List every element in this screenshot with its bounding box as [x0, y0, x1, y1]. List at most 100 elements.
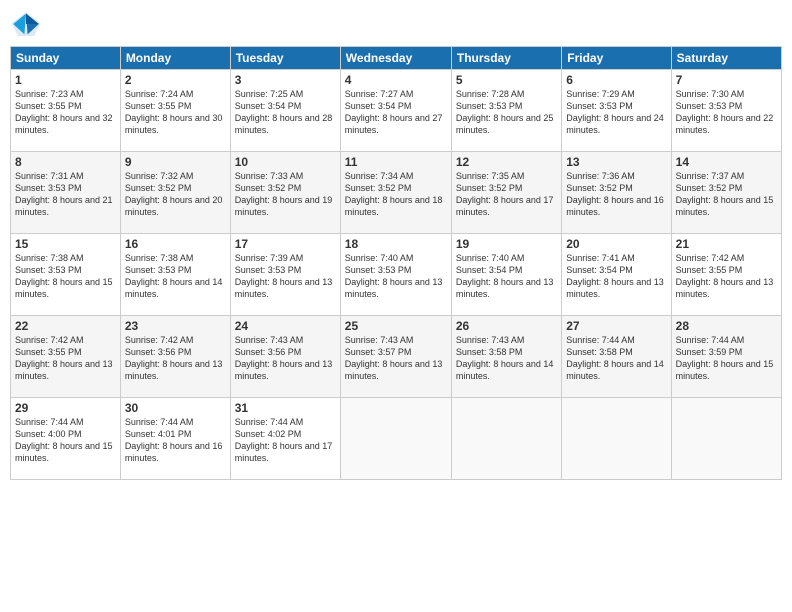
day-detail: Sunrise: 7:30 AM Sunset: 3:53 PM Dayligh… — [676, 88, 777, 137]
day-detail: Sunrise: 7:40 AM Sunset: 3:53 PM Dayligh… — [345, 252, 447, 301]
day-detail: Sunrise: 7:41 AM Sunset: 3:54 PM Dayligh… — [566, 252, 666, 301]
day-detail: Sunrise: 7:44 AM Sunset: 3:58 PM Dayligh… — [566, 334, 666, 383]
day-number: 21 — [676, 237, 777, 251]
calendar-week-row: 15 Sunrise: 7:38 AM Sunset: 3:53 PM Dayl… — [11, 234, 782, 316]
day-number: 12 — [456, 155, 557, 169]
day-detail: Sunrise: 7:44 AM Sunset: 3:59 PM Dayligh… — [676, 334, 777, 383]
calendar-day-cell: 9 Sunrise: 7:32 AM Sunset: 3:52 PM Dayli… — [120, 152, 230, 234]
calendar-day-cell — [562, 398, 671, 480]
day-number: 22 — [15, 319, 116, 333]
day-detail: Sunrise: 7:28 AM Sunset: 3:53 PM Dayligh… — [456, 88, 557, 137]
day-detail: Sunrise: 7:44 AM Sunset: 4:00 PM Dayligh… — [15, 416, 116, 465]
day-detail: Sunrise: 7:35 AM Sunset: 3:52 PM Dayligh… — [456, 170, 557, 219]
day-number: 29 — [15, 401, 116, 415]
day-detail: Sunrise: 7:43 AM Sunset: 3:57 PM Dayligh… — [345, 334, 447, 383]
day-detail: Sunrise: 7:42 AM Sunset: 3:55 PM Dayligh… — [676, 252, 777, 301]
day-number: 18 — [345, 237, 447, 251]
calendar-day-cell: 15 Sunrise: 7:38 AM Sunset: 3:53 PM Dayl… — [11, 234, 121, 316]
day-detail: Sunrise: 7:44 AM Sunset: 4:02 PM Dayligh… — [235, 416, 336, 465]
calendar-week-row: 22 Sunrise: 7:42 AM Sunset: 3:55 PM Dayl… — [11, 316, 782, 398]
calendar-week-row: 29 Sunrise: 7:44 AM Sunset: 4:00 PM Dayl… — [11, 398, 782, 480]
calendar-day-cell: 18 Sunrise: 7:40 AM Sunset: 3:53 PM Dayl… — [340, 234, 451, 316]
day-number: 30 — [125, 401, 226, 415]
calendar-day-cell: 31 Sunrise: 7:44 AM Sunset: 4:02 PM Dayl… — [230, 398, 340, 480]
calendar-day-cell: 23 Sunrise: 7:42 AM Sunset: 3:56 PM Dayl… — [120, 316, 230, 398]
day-detail: Sunrise: 7:42 AM Sunset: 3:55 PM Dayligh… — [15, 334, 116, 383]
calendar-week-row: 1 Sunrise: 7:23 AM Sunset: 3:55 PM Dayli… — [11, 70, 782, 152]
day-number: 10 — [235, 155, 336, 169]
day-detail: Sunrise: 7:43 AM Sunset: 3:56 PM Dayligh… — [235, 334, 336, 383]
calendar-day-header: Tuesday — [230, 47, 340, 70]
day-detail: Sunrise: 7:24 AM Sunset: 3:55 PM Dayligh… — [125, 88, 226, 137]
calendar-day-cell — [671, 398, 781, 480]
calendar-day-cell: 11 Sunrise: 7:34 AM Sunset: 3:52 PM Dayl… — [340, 152, 451, 234]
logo — [10, 10, 46, 38]
day-detail: Sunrise: 7:31 AM Sunset: 3:53 PM Dayligh… — [15, 170, 116, 219]
day-number: 31 — [235, 401, 336, 415]
calendar-day-cell: 30 Sunrise: 7:44 AM Sunset: 4:01 PM Dayl… — [120, 398, 230, 480]
day-number: 7 — [676, 73, 777, 87]
logo-icon — [10, 10, 42, 38]
day-detail: Sunrise: 7:32 AM Sunset: 3:52 PM Dayligh… — [125, 170, 226, 219]
calendar-day-cell: 2 Sunrise: 7:24 AM Sunset: 3:55 PM Dayli… — [120, 70, 230, 152]
day-number: 4 — [345, 73, 447, 87]
day-detail: Sunrise: 7:43 AM Sunset: 3:58 PM Dayligh… — [456, 334, 557, 383]
calendar-day-cell: 17 Sunrise: 7:39 AM Sunset: 3:53 PM Dayl… — [230, 234, 340, 316]
day-detail: Sunrise: 7:34 AM Sunset: 3:52 PM Dayligh… — [345, 170, 447, 219]
day-detail: Sunrise: 7:39 AM Sunset: 3:53 PM Dayligh… — [235, 252, 336, 301]
page-container: SundayMondayTuesdayWednesdayThursdayFrid… — [0, 0, 792, 612]
calendar-day-cell: 3 Sunrise: 7:25 AM Sunset: 3:54 PM Dayli… — [230, 70, 340, 152]
day-detail: Sunrise: 7:38 AM Sunset: 3:53 PM Dayligh… — [125, 252, 226, 301]
calendar-day-cell: 8 Sunrise: 7:31 AM Sunset: 3:53 PM Dayli… — [11, 152, 121, 234]
day-number: 1 — [15, 73, 116, 87]
day-number: 13 — [566, 155, 666, 169]
calendar-header-row: SundayMondayTuesdayWednesdayThursdayFrid… — [11, 47, 782, 70]
day-number: 28 — [676, 319, 777, 333]
day-number: 27 — [566, 319, 666, 333]
day-detail: Sunrise: 7:25 AM Sunset: 3:54 PM Dayligh… — [235, 88, 336, 137]
calendar-day-cell: 20 Sunrise: 7:41 AM Sunset: 3:54 PM Dayl… — [562, 234, 671, 316]
day-number: 9 — [125, 155, 226, 169]
day-number: 25 — [345, 319, 447, 333]
day-number: 26 — [456, 319, 557, 333]
calendar-day-cell: 6 Sunrise: 7:29 AM Sunset: 3:53 PM Dayli… — [562, 70, 671, 152]
calendar-day-cell: 10 Sunrise: 7:33 AM Sunset: 3:52 PM Dayl… — [230, 152, 340, 234]
calendar-day-cell: 24 Sunrise: 7:43 AM Sunset: 3:56 PM Dayl… — [230, 316, 340, 398]
day-detail: Sunrise: 7:27 AM Sunset: 3:54 PM Dayligh… — [345, 88, 447, 137]
day-number: 8 — [15, 155, 116, 169]
calendar-day-cell: 29 Sunrise: 7:44 AM Sunset: 4:00 PM Dayl… — [11, 398, 121, 480]
calendar-day-cell: 7 Sunrise: 7:30 AM Sunset: 3:53 PM Dayli… — [671, 70, 781, 152]
day-detail: Sunrise: 7:37 AM Sunset: 3:52 PM Dayligh… — [676, 170, 777, 219]
day-number: 14 — [676, 155, 777, 169]
calendar-day-header: Wednesday — [340, 47, 451, 70]
day-number: 6 — [566, 73, 666, 87]
calendar-day-header: Monday — [120, 47, 230, 70]
calendar-day-cell: 25 Sunrise: 7:43 AM Sunset: 3:57 PM Dayl… — [340, 316, 451, 398]
calendar-day-cell: 22 Sunrise: 7:42 AM Sunset: 3:55 PM Dayl… — [11, 316, 121, 398]
day-number: 16 — [125, 237, 226, 251]
day-number: 17 — [235, 237, 336, 251]
day-number: 3 — [235, 73, 336, 87]
day-detail: Sunrise: 7:40 AM Sunset: 3:54 PM Dayligh… — [456, 252, 557, 301]
calendar-day-cell: 4 Sunrise: 7:27 AM Sunset: 3:54 PM Dayli… — [340, 70, 451, 152]
calendar-day-header: Thursday — [451, 47, 561, 70]
calendar-day-cell: 16 Sunrise: 7:38 AM Sunset: 3:53 PM Dayl… — [120, 234, 230, 316]
calendar-day-cell — [340, 398, 451, 480]
day-number: 11 — [345, 155, 447, 169]
calendar-day-header: Sunday — [11, 47, 121, 70]
day-detail: Sunrise: 7:23 AM Sunset: 3:55 PM Dayligh… — [15, 88, 116, 137]
calendar-day-cell: 14 Sunrise: 7:37 AM Sunset: 3:52 PM Dayl… — [671, 152, 781, 234]
calendar-day-cell: 12 Sunrise: 7:35 AM Sunset: 3:52 PM Dayl… — [451, 152, 561, 234]
day-detail: Sunrise: 7:33 AM Sunset: 3:52 PM Dayligh… — [235, 170, 336, 219]
day-detail: Sunrise: 7:38 AM Sunset: 3:53 PM Dayligh… — [15, 252, 116, 301]
day-number: 23 — [125, 319, 226, 333]
day-detail: Sunrise: 7:42 AM Sunset: 3:56 PM Dayligh… — [125, 334, 226, 383]
calendar-week-row: 8 Sunrise: 7:31 AM Sunset: 3:53 PM Dayli… — [11, 152, 782, 234]
day-number: 15 — [15, 237, 116, 251]
page-header — [10, 10, 782, 38]
day-number: 19 — [456, 237, 557, 251]
calendar-day-cell: 1 Sunrise: 7:23 AM Sunset: 3:55 PM Dayli… — [11, 70, 121, 152]
calendar-day-cell: 27 Sunrise: 7:44 AM Sunset: 3:58 PM Dayl… — [562, 316, 671, 398]
calendar-day-cell: 21 Sunrise: 7:42 AM Sunset: 3:55 PM Dayl… — [671, 234, 781, 316]
day-detail: Sunrise: 7:44 AM Sunset: 4:01 PM Dayligh… — [125, 416, 226, 465]
